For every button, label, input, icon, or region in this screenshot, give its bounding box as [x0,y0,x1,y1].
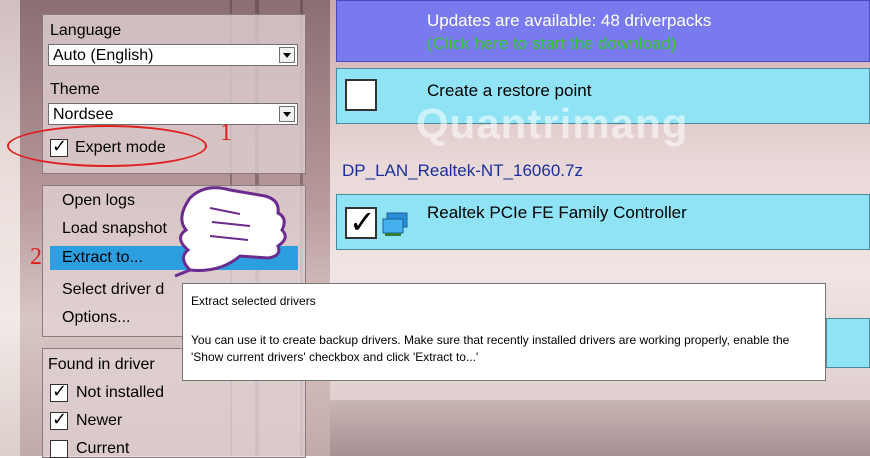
language-value: Auto (English) [53,47,154,64]
not-installed-checkbox[interactable] [50,381,68,402]
step-1-annotation: 1 [220,120,232,146]
open-logs-item[interactable]: Open logs [62,192,135,210]
extract-to-label: Extract to... [62,249,143,266]
theme-select[interactable]: Nordsee [48,103,298,125]
select-driver-item[interactable]: Select driver d [62,281,164,299]
newer-checkbox[interactable] [50,409,68,430]
current-label[interactable]: Current [76,440,129,458]
driver-row[interactable]: Realtek PCIe FE Family Controller [336,194,870,250]
restore-point-checkbox[interactable] [345,79,377,111]
partial-row[interactable] [826,318,870,368]
language-select[interactable]: Auto (English) [48,44,298,66]
highlight-oval [7,125,207,167]
tooltip-title: Extract selected drivers [191,294,316,308]
theme-value: Nordsee [53,106,114,123]
update-title: Updates are available: 48 driverpacks [427,11,712,30]
step-2-annotation: 2 [30,244,42,270]
network-card-icon [381,211,411,237]
options-item[interactable]: Options... [62,309,130,327]
tooltip: Extract selected drivers You can use it … [182,283,826,381]
load-snapshot-item[interactable]: Load snapshot [62,220,167,238]
update-banner[interactable]: Updates are available: 48 driverpacks (C… [336,0,870,62]
language-label: Language [50,22,122,39]
pointing-hand-icon [170,178,300,278]
not-installed-label[interactable]: Not installed [76,384,164,402]
current-checkbox[interactable] [50,440,68,458]
theme-label: Theme [50,81,100,98]
filter-title: Found in driver [48,356,155,373]
tooltip-body: You can use it to create backup drivers.… [191,333,790,364]
watermark: Quantrimang [416,100,689,147]
driver-checkbox[interactable] [345,203,377,241]
restore-point-label: Create a restore point [427,81,592,100]
newer-label[interactable]: Newer [76,412,122,430]
download-link[interactable]: (Click here to start the download) [427,34,676,54]
driver-label: Realtek PCIe FE Family Controller [427,203,687,222]
horizon [330,400,870,456]
chevron-down-icon[interactable] [279,47,295,63]
driverpack-name: DP_LAN_Realtek-NT_16060.7z [342,161,583,180]
chevron-down-icon[interactable] [279,106,295,122]
